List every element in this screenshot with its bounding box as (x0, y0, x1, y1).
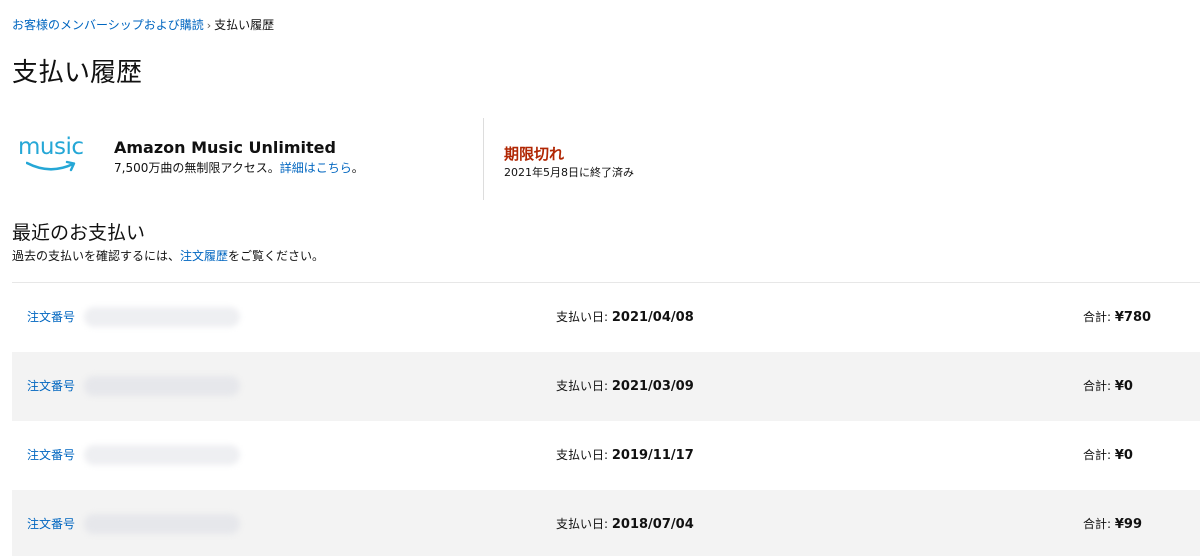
order-number-link[interactable]: 注文番号 (27, 309, 75, 325)
payment-date: 支払い日: 2018/07/04 (556, 516, 694, 533)
page-title: 支払い履歴 (12, 58, 143, 88)
payment-date-value: 2021/03/09 (611, 379, 694, 394)
breadcrumb-separator: › (206, 19, 212, 32)
redacted-order-number (84, 514, 240, 534)
subscription-card: music Amazon Music Unlimited 7,500万曲の無制限… (12, 118, 1200, 200)
payment-total: 合計: ¥99 (1083, 516, 1142, 533)
payment-total: 合計: ¥780 (1083, 309, 1151, 326)
music-logo-text: music (18, 134, 84, 160)
payment-total: 合計: ¥0 (1083, 378, 1133, 395)
subscription-description: 7,500万曲の無制限アクセス。詳細はこちら。 (114, 160, 364, 176)
recent-note-text: 過去の支払いを確認するには、 (12, 249, 181, 263)
payment-date-value: 2021/04/08 (611, 310, 694, 325)
details-link[interactable]: 詳細はこちら (280, 161, 352, 175)
payment-date-label: 支払い日: (556, 517, 609, 531)
payment-date: 支払い日: 2021/04/08 (556, 309, 694, 326)
redacted-order-number (84, 445, 240, 465)
payment-date-label: 支払い日: (556, 310, 609, 324)
payment-total: 合計: ¥0 (1083, 447, 1133, 464)
payment-date-value: 2019/11/17 (611, 448, 694, 463)
subscription-name: Amazon Music Unlimited (114, 138, 336, 157)
payment-row: 注文番号 支払い日: 2021/04/08 合計: ¥780 (12, 283, 1200, 352)
order-number-link[interactable]: 注文番号 (27, 447, 75, 463)
subscription-status: 期限切れ (504, 145, 565, 163)
payments-list: 注文番号 支払い日: 2021/04/08 合計: ¥780 注文番号 支払い日… (12, 282, 1200, 556)
payment-date-label: 支払い日: (556, 379, 609, 393)
payment-total-value: ¥0 (1114, 448, 1133, 463)
payment-total-label: 合計: (1083, 448, 1112, 462)
redacted-order-number (84, 307, 240, 327)
order-number-link[interactable]: 注文番号 (27, 516, 75, 532)
recent-payments-note: 過去の支払いを確認するには、注文履歴をご覧ください。 (12, 248, 324, 264)
breadcrumb-memberships-link[interactable]: お客様のメンバーシップおよび購読 (12, 18, 204, 32)
subscription-description-end: 。 (351, 161, 364, 175)
payment-history-page: お客様のメンバーシップおよび購読 › 支払い履歴 支払い履歴 music Amazo… (0, 0, 1200, 556)
payment-date: 支払い日: 2019/11/17 (556, 447, 694, 464)
recent-note-end: をご覧ください。 (228, 249, 325, 263)
amazon-smile-arrow-icon (26, 160, 76, 172)
payment-date-value: 2018/07/04 (611, 517, 694, 532)
redacted-order-number (84, 376, 240, 396)
payment-row: 注文番号 支払い日: 2018/07/04 合計: ¥99 (12, 490, 1200, 556)
recent-payments-heading: 最近のお支払い (12, 222, 146, 244)
amazon-music-logo: music (18, 132, 90, 182)
payment-total-label: 合計: (1083, 379, 1112, 393)
payment-total-label: 合計: (1083, 310, 1112, 324)
order-history-link[interactable]: 注文履歴 (180, 249, 228, 263)
payment-total-label: 合計: (1083, 517, 1112, 531)
payment-date: 支払い日: 2021/03/09 (556, 378, 694, 395)
payment-total-value: ¥0 (1114, 379, 1133, 394)
payment-row: 注文番号 支払い日: 2021/03/09 合計: ¥0 (12, 352, 1200, 421)
breadcrumb-current: 支払い履歴 (214, 18, 275, 32)
payment-total-value: ¥780 (1114, 310, 1152, 325)
order-number-link[interactable]: 注文番号 (27, 378, 75, 394)
payment-total-value: ¥99 (1114, 517, 1143, 532)
payment-date-label: 支払い日: (556, 448, 609, 462)
payment-row: 注文番号 支払い日: 2019/11/17 合計: ¥0 (12, 421, 1200, 490)
subscription-end-date: 2021年5月8日に終了済み (504, 166, 634, 179)
breadcrumb: お客様のメンバーシップおよび購読 › 支払い履歴 (12, 16, 274, 35)
subscription-description-text: 7,500万曲の無制限アクセス。 (114, 161, 280, 175)
vertical-divider (483, 118, 484, 200)
